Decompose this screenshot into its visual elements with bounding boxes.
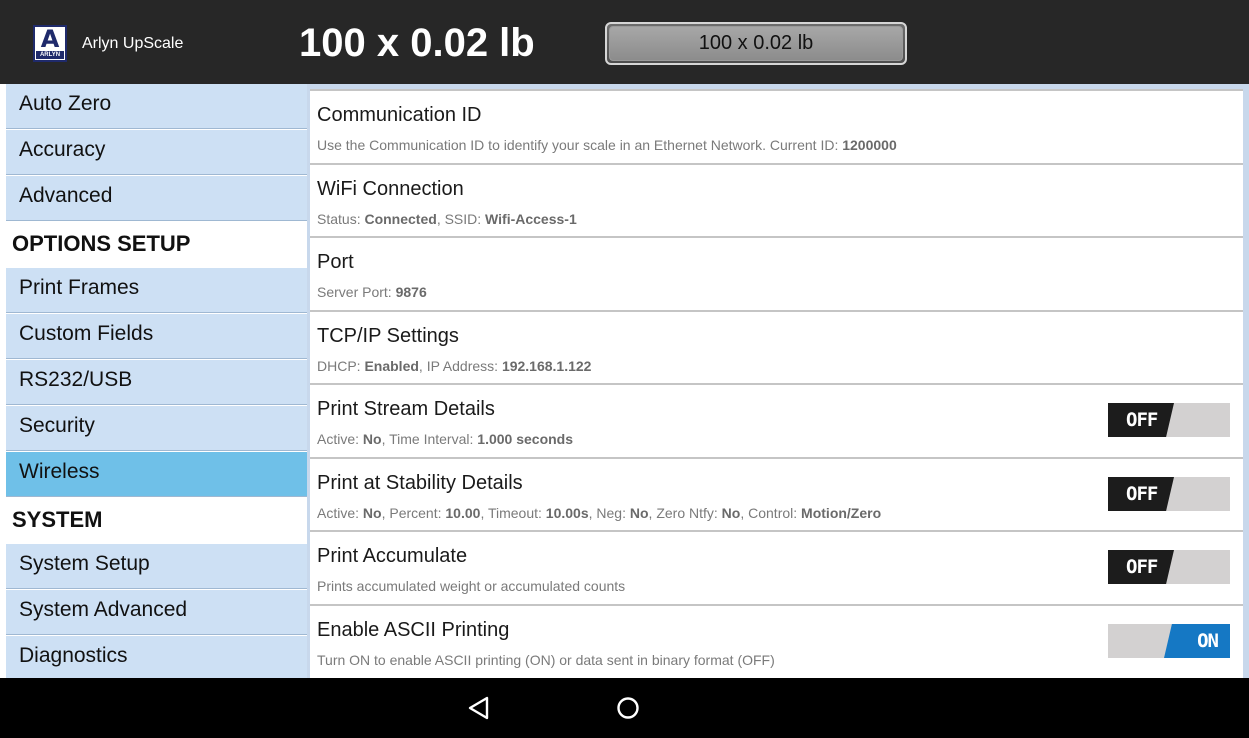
toggle-print-stream-details[interactable]: OFF — [1108, 403, 1230, 437]
toggle-state-label: OFF — [1126, 409, 1158, 431]
setting-title: Print Stream Details — [317, 398, 495, 420]
sidebar-item-print-frames[interactable]: Print Frames — [6, 268, 307, 313]
setting-row-tcp-ip-settings[interactable]: TCP/IP Settings DHCP: Enabled, IP Address… — [310, 310, 1243, 384]
toggle-print-at-stability-details[interactable]: OFF — [1108, 477, 1230, 511]
setting-description: Server Port: 9876 — [317, 283, 427, 301]
setting-description-text: , SSID: — [436, 211, 486, 227]
setting-value: 9876 — [395, 284, 427, 300]
sidebar-item-accuracy[interactable]: Accuracy — [6, 130, 307, 175]
setting-description-text: Active: — [317, 505, 363, 521]
setting-description-text: Use the Communication ID to identify you… — [317, 137, 843, 153]
logo-text: ARLYN — [39, 52, 61, 58]
setting-description: Turn ON to enable ASCII printing (ON) or… — [317, 651, 775, 669]
navigation-bar — [0, 678, 1249, 738]
sidebar-item-system-advanced[interactable]: System Advanced — [6, 590, 307, 635]
setting-description-text: , Percent: — [381, 505, 446, 521]
sidebar-item-auto-zero[interactable]: Auto Zero — [6, 84, 307, 129]
setting-row-enable-ascii-printing[interactable]: Enable ASCII Printing Turn ON to enable A… — [310, 604, 1243, 678]
setting-row-print-stream-details[interactable]: Print Stream Details Active: No, Time Int… — [310, 383, 1243, 457]
toggle-state-label: ON — [1197, 630, 1219, 652]
setting-description: Active: No, Time Interval: 1.000 seconds — [317, 430, 573, 448]
home-icon[interactable] — [614, 694, 642, 722]
setting-title: Port — [317, 251, 354, 273]
setting-title: Print Accumulate — [317, 545, 468, 567]
setting-description-text: Active: — [317, 431, 363, 447]
setting-description: Prints accumulated weight or accumulated… — [317, 577, 625, 595]
setting-value: 10.00 — [445, 505, 481, 521]
section-header-options-setup: OPTIONS SETUP — [0, 222, 307, 267]
section-header-system: SYSTEM — [0, 498, 307, 543]
setting-description-text: Turn ON to enable ASCII printing (ON) or… — [317, 652, 775, 668]
toggle-state-label: OFF — [1126, 556, 1158, 578]
setting-description: Status: Connected, SSID: Wifi-Access-1 — [317, 210, 577, 228]
setting-value: 192.168.1.122 — [501, 358, 592, 374]
setting-row-communication-id[interactable]: Communication ID Use the Communication ID… — [310, 89, 1243, 163]
weight-display: 100 x 0.02 lb — [299, 21, 535, 65]
setting-description-text: Prints accumulated weight or accumulated… — [317, 578, 626, 594]
setting-description-text: , Timeout: — [480, 505, 546, 521]
setting-description-text: , Zero Ntfy: — [648, 505, 722, 521]
setting-value: 10.00s — [545, 505, 589, 521]
setting-description-text: Server Port: — [317, 284, 396, 300]
setting-row-print-at-stability-details[interactable]: Print at Stability Details Active: No, Pe… — [310, 457, 1243, 531]
sidebar-item-advanced[interactable]: Advanced — [6, 176, 307, 221]
setting-value: 1.000 seconds — [477, 431, 574, 447]
sidebar-item-rs232-usb[interactable]: RS232/USB — [6, 360, 307, 405]
sidebar-item-wireless[interactable]: Wireless — [6, 452, 307, 497]
sidebar-item-security[interactable]: Security — [6, 406, 307, 451]
setting-value: 1200000 — [842, 137, 897, 153]
setting-value: No — [721, 505, 741, 521]
sidebar-item-system-setup[interactable]: System Setup — [6, 544, 307, 589]
app-header: A ARLYN Arlyn UpScale 100 x 0.02 lb 100 … — [0, 0, 1249, 84]
setting-description: Use the Communication ID to identify you… — [317, 136, 897, 154]
logo-letter: A — [40, 25, 60, 53]
sidebar-item-diagnostics[interactable]: Diagnostics — [6, 636, 307, 681]
back-icon[interactable] — [465, 694, 493, 722]
setting-description-text: , Control: — [740, 505, 802, 521]
setting-value: Enabled — [364, 358, 419, 374]
setting-value: No — [362, 505, 382, 521]
setting-description-text: Status: — [317, 211, 365, 227]
setting-description-text: , Time Interval: — [381, 431, 478, 447]
setting-description: DHCP: Enabled, IP Address: 192.168.1.122 — [317, 357, 591, 375]
toggle-print-accumulate[interactable]: OFF — [1108, 550, 1230, 584]
sidebar: Auto Zero Accuracy Advanced OPTIONS SETUP Pr… — [0, 84, 307, 681]
setting-description: Active: No, Percent: 10.00, Timeout: 10.… — [317, 504, 881, 522]
setting-title: Enable ASCII Printing — [317, 619, 510, 641]
setting-description-text: , IP Address: — [418, 358, 502, 374]
setting-description-text: DHCP: — [317, 358, 365, 374]
setting-title: Print at Stability Details — [317, 472, 523, 494]
setting-title: TCP/IP Settings — [317, 325, 459, 347]
toggle-enable-ascii-printing[interactable]: ON — [1108, 624, 1230, 658]
toggle-state-label: OFF — [1126, 483, 1158, 505]
setting-row-print-accumulate[interactable]: Print Accumulate Prints accumulated weigh… — [310, 530, 1243, 604]
setting-title: Communication ID — [317, 104, 482, 126]
weight-capacity-button[interactable]: 100 x 0.02 lb — [605, 22, 907, 65]
setting-row-wifi-connection[interactable]: WiFi Connection Status: Connected, SSID: … — [310, 163, 1243, 237]
setting-value: No — [629, 505, 649, 521]
setting-row-port[interactable]: Port Server Port: 9876 — [310, 236, 1243, 310]
sidebar-item-custom-fields[interactable]: Custom Fields — [6, 314, 307, 359]
app-name: Arlyn UpScale — [82, 35, 184, 52]
setting-title: WiFi Connection — [317, 178, 464, 200]
setting-value: No — [362, 431, 382, 447]
setting-value: Wifi-Access-1 — [485, 211, 577, 227]
setting-value: Connected — [364, 211, 437, 227]
arlyn-logo-icon: A ARLYN — [33, 25, 67, 62]
settings-panel: Communication ID Use the Communication ID… — [307, 84, 1249, 678]
setting-description-text: , Neg: — [588, 505, 630, 521]
setting-value: Motion/Zero — [801, 505, 882, 521]
logo-band: ARLYN — [36, 51, 64, 59]
weight-capacity-label: 100 x 0.02 lb — [609, 26, 903, 61]
